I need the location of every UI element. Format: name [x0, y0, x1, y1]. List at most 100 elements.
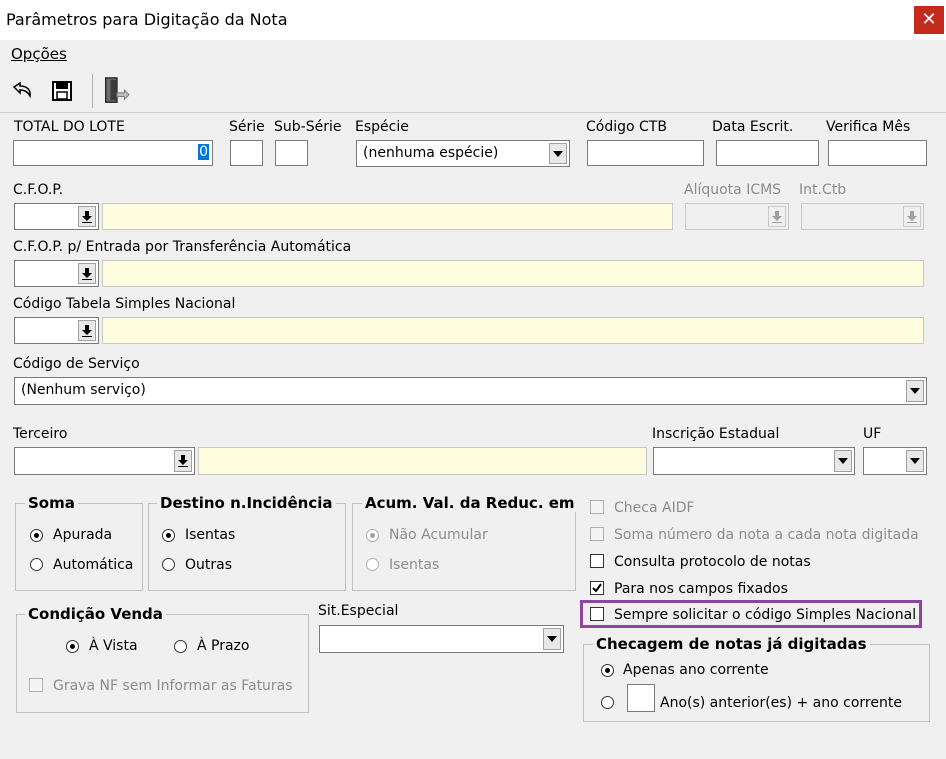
soma-numero-label[interactable]: Soma número da nota a cada nota digitada [614, 527, 919, 543]
consulta-protocolo-label[interactable]: Consulta protocolo de notas [614, 554, 811, 570]
data-escrit-label: Data Escrit. [712, 119, 794, 135]
download-arrow-icon [178, 455, 188, 467]
servico-select[interactable]: (Nenhum serviço) [14, 377, 927, 405]
grava-nf-label[interactable]: Grava NF sem Informar as Faturas [53, 678, 293, 694]
acum-group-title: Acum. Val. da Reduc. em [362, 494, 578, 512]
soma-automatica-radio[interactable] [30, 558, 43, 571]
cfop-code-input[interactable] [14, 203, 99, 230]
soma-apurada-label[interactable]: Apurada [53, 527, 112, 543]
destino-group-title: Destino n.Incidência [157, 494, 336, 512]
codigo-ctb-label: Código CTB [586, 119, 667, 135]
terceiro-code-input[interactable] [14, 447, 195, 475]
toolbar [0, 70, 946, 113]
download-arrow-icon [907, 210, 917, 223]
acum-nao-acumular-radio[interactable] [366, 529, 379, 542]
especie-dropdown-arrow[interactable] [549, 143, 567, 164]
para-campos-fixados-label[interactable]: Para nos campos fixados [614, 581, 788, 597]
condicao-group [16, 614, 309, 713]
menu-opcoes[interactable]: Opções [11, 45, 67, 63]
soma-numero-checkbox[interactable] [590, 527, 604, 541]
subserie-input[interactable] [275, 140, 308, 166]
para-campos-fixados-checkbox[interactable] [590, 581, 604, 595]
window-title: Parâmetros para Digitação da Nota [6, 10, 288, 29]
uf-select[interactable] [863, 447, 927, 475]
a-prazo-label[interactable]: À Prazo [197, 638, 249, 654]
serie-input[interactable] [230, 140, 263, 166]
a-vista-label[interactable]: À Vista [89, 638, 138, 654]
save-button[interactable] [48, 76, 76, 106]
uf-dropdown-arrow[interactable] [906, 450, 924, 472]
save-icon [52, 81, 72, 101]
total-lote-input[interactable]: 0 [13, 140, 213, 166]
checa-aidf-checkbox[interactable] [590, 500, 604, 514]
destino-isentas-label[interactable]: Isentas [185, 527, 235, 543]
aliquota-lookup-button[interactable] [768, 206, 786, 227]
subserie-label: Sub-Série [274, 119, 342, 135]
sit-especial-label: Sit.Especial [318, 603, 399, 619]
consulta-protocolo-checkbox[interactable] [590, 554, 604, 568]
cfop-label: C.F.O.P. [13, 182, 64, 198]
sit-especial-select[interactable] [319, 625, 564, 653]
cfop-transf-description-field [102, 260, 924, 287]
total-lote-label: TOTAL DO LOTE [14, 119, 125, 135]
ie-select[interactable] [653, 447, 855, 475]
cfop-description-field [102, 203, 673, 230]
anos-anteriores-input[interactable] [627, 684, 655, 712]
soma-group-title: Soma [25, 494, 78, 512]
download-arrow-icon [82, 324, 92, 337]
chevron-down-icon [910, 388, 920, 394]
download-arrow-icon [82, 210, 92, 223]
a-vista-radio[interactable] [66, 640, 79, 653]
soma-apurada-radio[interactable] [30, 529, 43, 542]
data-escrit-input[interactable] [716, 140, 819, 166]
chevron-down-icon [910, 458, 920, 464]
cfop-transf-lookup-button[interactable] [78, 263, 96, 284]
ie-label: Inscrição Estadual [652, 426, 780, 442]
aliquota-select[interactable] [685, 203, 789, 230]
checa-aidf-label[interactable]: Checa AIDF [614, 500, 695, 516]
soma-group [15, 503, 143, 591]
chevron-down-icon [547, 636, 557, 642]
acum-isentas-radio[interactable] [366, 558, 379, 571]
cfop-transf-code-input[interactable] [14, 260, 99, 287]
simples-lookup-button[interactable] [78, 320, 96, 341]
serie-label: Série [229, 119, 265, 135]
servico-label: Código de Serviço [13, 356, 140, 372]
undo-icon [12, 81, 31, 99]
codigo-ctb-input[interactable] [587, 140, 704, 166]
terceiro-lookup-button[interactable] [174, 450, 192, 472]
sit-especial-dropdown-arrow[interactable] [543, 628, 561, 650]
acum-isentas-label[interactable]: Isentas [389, 557, 439, 573]
intctb-select[interactable] [801, 203, 924, 230]
download-arrow-icon [82, 267, 92, 280]
ie-dropdown-arrow[interactable] [834, 450, 852, 472]
close-button[interactable]: ✕ [914, 6, 944, 34]
destino-isentas-radio[interactable] [162, 529, 175, 542]
simples-code-input[interactable] [14, 317, 99, 344]
especie-select[interactable]: (nenhuma espécie) [356, 140, 570, 167]
servico-dropdown-arrow[interactable] [906, 380, 924, 402]
apenas-ano-label[interactable]: Apenas ano corrente [623, 662, 769, 678]
sempre-solicitar-checkbox[interactable] [590, 607, 604, 621]
a-prazo-radio[interactable] [174, 640, 187, 653]
anteriores-label[interactable]: Ano(s) anterior(es) + ano corrente [660, 695, 902, 711]
undo-button[interactable] [8, 76, 36, 106]
chevron-down-icon [553, 150, 563, 157]
toolbar-separator [92, 74, 93, 108]
destino-group [148, 503, 346, 591]
acum-group [352, 503, 576, 591]
simples-description-field [102, 317, 924, 344]
anteriores-radio[interactable] [601, 696, 614, 709]
acum-nao-acumular-label[interactable]: Não Acumular [389, 527, 488, 543]
sempre-solicitar-label[interactable]: Sempre solicitar o código Simples Nacion… [614, 607, 916, 623]
cfop-lookup-button[interactable] [78, 206, 96, 227]
soma-automatica-label[interactable]: Automática [53, 557, 133, 573]
exit-button[interactable] [102, 76, 130, 106]
grava-nf-checkbox[interactable] [29, 678, 43, 692]
condicao-group-title: Condição Venda [25, 605, 166, 623]
intctb-lookup-button[interactable] [903, 206, 921, 227]
destino-outras-label[interactable]: Outras [185, 557, 232, 573]
apenas-ano-radio[interactable] [601, 664, 614, 677]
verifica-mes-input[interactable] [828, 140, 927, 166]
destino-outras-radio[interactable] [162, 558, 175, 571]
